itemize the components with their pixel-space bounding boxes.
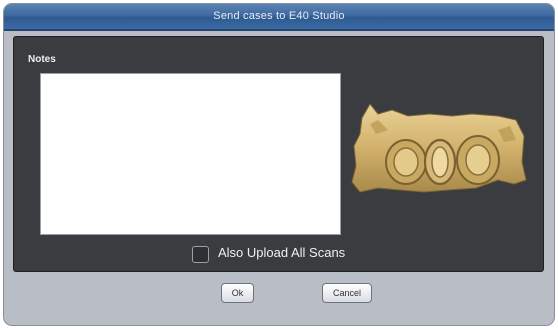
dialog-title: Send cases to E40 Studio bbox=[213, 10, 345, 22]
upload-all-scans-label[interactable]: Also Upload All Scans bbox=[218, 245, 345, 260]
cancel-button[interactable]: Cancel bbox=[322, 283, 372, 303]
notes-textarea[interactable] bbox=[40, 73, 341, 235]
dental-model-image bbox=[351, 103, 527, 193]
notes-label: Notes bbox=[28, 54, 56, 65]
ok-button[interactable]: Ok bbox=[221, 283, 254, 303]
upload-all-scans-checkbox[interactable] bbox=[192, 246, 209, 263]
title-bar[interactable]: Send cases to E40 Studio bbox=[4, 4, 554, 31]
